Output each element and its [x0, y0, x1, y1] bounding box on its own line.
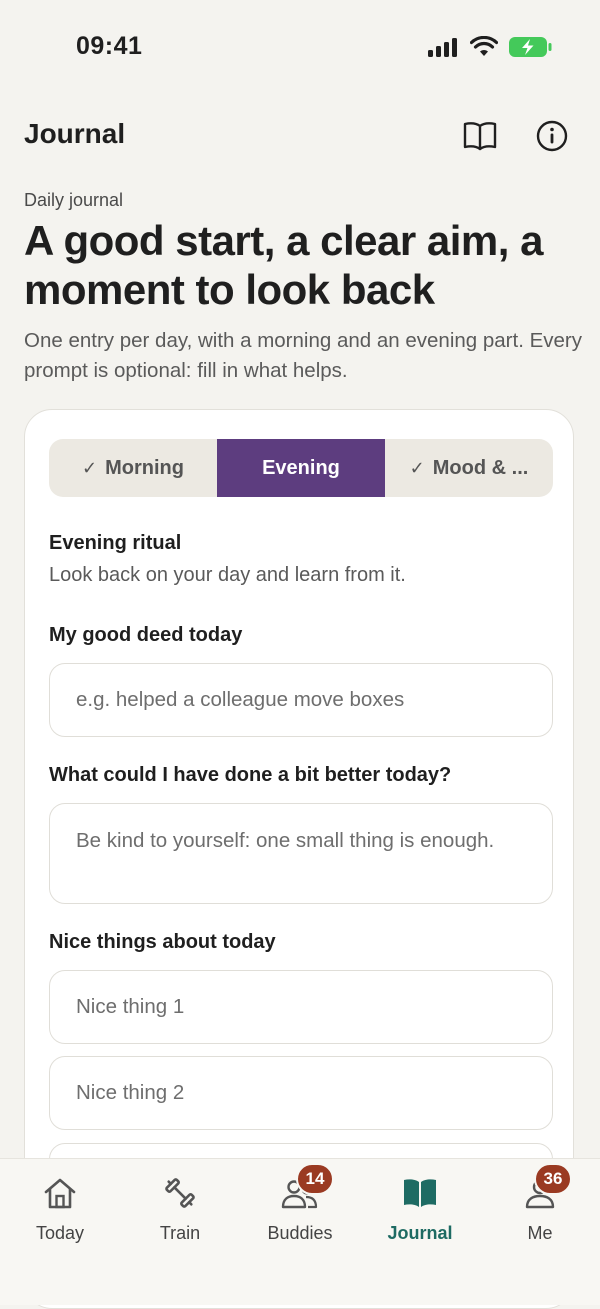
tab-journal-label: Journal	[387, 1223, 453, 1243]
bottom-tab-bar: Today Train 14 Buddies Journal 36 Me	[0, 1158, 600, 1305]
app-header: Journal	[0, 104, 600, 164]
check-icon: ✓	[82, 457, 98, 478]
better-input[interactable]	[49, 803, 553, 904]
tab-evening[interactable]: Evening	[217, 439, 385, 497]
book-open-icon	[463, 122, 497, 151]
section-title: Evening ritual	[49, 532, 182, 554]
tab-morning-label: Morning	[105, 456, 184, 479]
buddies-badge: 14	[296, 1163, 334, 1195]
nice-thing-1-input[interactable]	[49, 970, 553, 1044]
tab-mood[interactable]: ✓ Mood & ...	[385, 439, 553, 497]
tab-me-label: Me	[527, 1223, 553, 1243]
tab-today-label: Today	[35, 1223, 85, 1243]
tab-mood-label: Mood & ...	[432, 456, 529, 479]
wifi-icon	[470, 36, 498, 56]
better-label: What could I have done a bit better toda…	[49, 764, 452, 786]
good-deed-input[interactable]	[49, 663, 553, 737]
signal-icon	[428, 38, 457, 57]
tab-train-label: Train	[159, 1223, 201, 1243]
info-icon	[536, 120, 568, 152]
hero-subtitle: One entry per day, with a morning and an…	[24, 329, 582, 382]
tab-train[interactable]: Train	[120, 1159, 240, 1269]
good-deed-label: My good deed today	[49, 624, 243, 646]
status-time: 09:41	[76, 32, 143, 60]
me-badge: 36	[534, 1163, 572, 1195]
home-icon	[40, 1175, 80, 1211]
dumbbell-icon	[160, 1175, 200, 1211]
status-bar: 09:41	[0, 0, 600, 96]
nice-thing-2-input[interactable]	[49, 1056, 553, 1130]
page-title: Journal	[24, 118, 126, 149]
tab-today[interactable]: Today	[0, 1159, 120, 1269]
nice-things-label: Nice things about today	[49, 931, 276, 953]
tab-evening-label: Evening	[262, 456, 340, 479]
tab-buddies-label: Buddies	[267, 1223, 333, 1243]
journal-segment-control: ✓ Morning Evening ✓ Mood & ...	[49, 439, 553, 497]
hero-title: A good start, a clear aim, a moment to l…	[24, 217, 543, 313]
book-icon	[400, 1175, 440, 1211]
info-button[interactable]	[532, 116, 572, 156]
tab-buddies[interactable]: 14 Buddies	[240, 1159, 360, 1269]
tab-me[interactable]: 36 Me	[480, 1159, 600, 1269]
tab-morning[interactable]: ✓ Morning	[49, 439, 217, 497]
check-icon: ✓	[409, 457, 425, 478]
section-subtitle: Look back on your day and learn from it.	[49, 564, 406, 586]
eyebrow-label: Daily journal	[24, 190, 124, 210]
guide-button[interactable]	[460, 116, 500, 156]
tab-journal[interactable]: Journal	[360, 1159, 480, 1269]
status-icons	[428, 36, 552, 58]
battery-icon	[509, 37, 552, 57]
